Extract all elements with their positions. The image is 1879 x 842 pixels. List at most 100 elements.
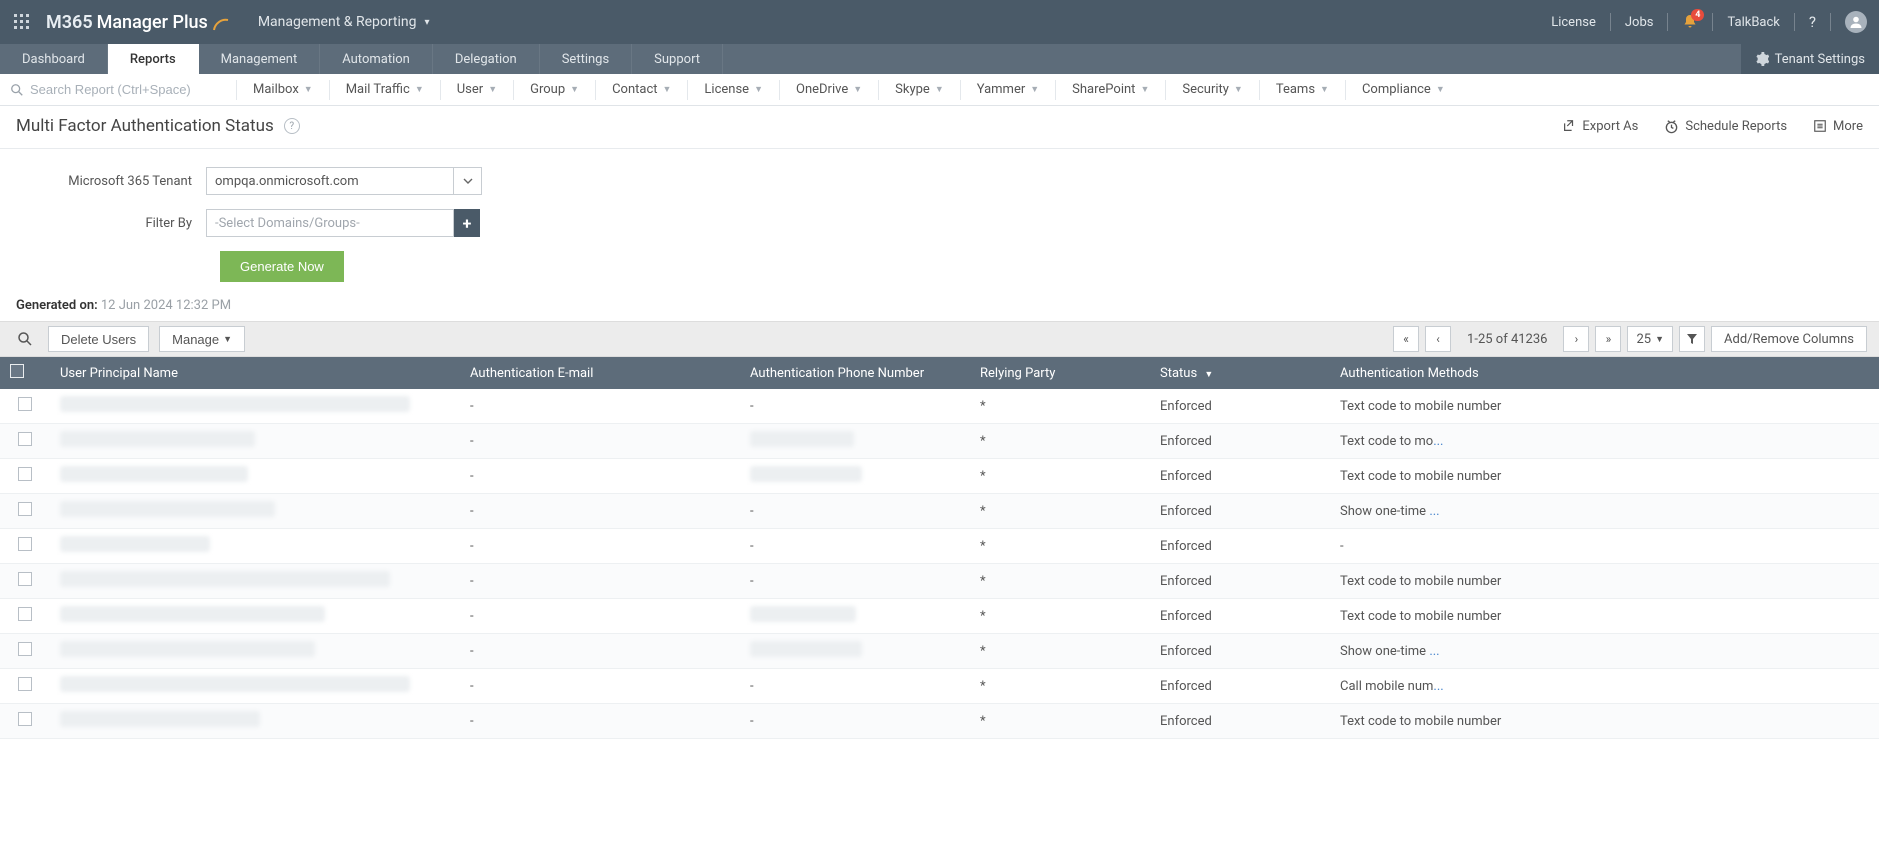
row-checkbox[interactable]: [18, 502, 32, 516]
cell-status: Enforced: [1150, 669, 1330, 704]
subbar-item-contact[interactable]: Contact▼: [595, 80, 687, 100]
subbar-item-teams[interactable]: Teams▼: [1259, 80, 1345, 100]
page-prev-button[interactable]: ‹: [1425, 326, 1451, 352]
cell-relying: *: [970, 494, 1150, 529]
help-link[interactable]: ?: [1809, 13, 1816, 31]
filter-button[interactable]: [1679, 326, 1705, 352]
license-link[interactable]: License: [1551, 15, 1596, 30]
schedule-reports-button[interactable]: Schedule Reports: [1664, 119, 1787, 134]
report-search-input[interactable]: [30, 82, 220, 97]
subbar-item-compliance[interactable]: Compliance▼: [1345, 80, 1461, 100]
row-checkbox[interactable]: [18, 677, 32, 691]
cell-status: Enforced: [1150, 704, 1330, 739]
cell-methods: Show one-time ...: [1330, 634, 1879, 669]
methods-more-link[interactable]: ...: [1429, 504, 1439, 519]
cell-status: Enforced: [1150, 389, 1330, 424]
subbar-item-label: SharePoint: [1072, 82, 1135, 97]
caret-down-icon: ▼: [1234, 84, 1243, 95]
brand-logo: M365 Manager Plus: [46, 12, 228, 33]
context-dropdown[interactable]: Management & Reporting ▾: [258, 14, 430, 30]
subbar-item-skype[interactable]: Skype▼: [878, 80, 960, 100]
upn-redacted: [60, 606, 325, 622]
main-tab-reports[interactable]: Reports: [108, 44, 199, 74]
report-search[interactable]: [10, 82, 230, 97]
help-icon[interactable]: ?: [284, 118, 300, 134]
subbar-item-onedrive[interactable]: OneDrive▼: [779, 80, 878, 100]
row-checkbox[interactable]: [18, 397, 32, 411]
phone-redacted: [750, 466, 862, 482]
domain-group-select[interactable]: -Select Domains/Groups-: [206, 209, 454, 237]
caret-down-icon: ▼: [570, 84, 579, 95]
page-last-button[interactable]: »: [1595, 326, 1621, 352]
more-button[interactable]: More: [1813, 119, 1863, 134]
select-all-checkbox[interactable]: [10, 364, 24, 378]
separator: [1830, 13, 1831, 31]
main-tab-settings[interactable]: Settings: [540, 44, 632, 74]
cell-relying: *: [970, 459, 1150, 494]
cell-status: Enforced: [1150, 634, 1330, 669]
cell-relying: *: [970, 704, 1150, 739]
subbar-item-user[interactable]: User▼: [440, 80, 513, 100]
jobs-link[interactable]: Jobs: [1625, 15, 1654, 30]
col-phone-header[interactable]: Authentication Phone Number: [740, 357, 970, 389]
methods-more-link[interactable]: ...: [1433, 679, 1443, 694]
row-checkbox[interactable]: [18, 642, 32, 656]
col-relying-header[interactable]: Relying Party: [970, 357, 1150, 389]
subbar-item-yammer[interactable]: Yammer▼: [960, 80, 1055, 100]
subbar-item-group[interactable]: Group▼: [513, 80, 595, 100]
subbar-item-mailbox[interactable]: Mailbox▼: [236, 80, 329, 100]
tenant-select-caret[interactable]: [454, 167, 482, 195]
tenant-select[interactable]: ompqa.onmicrosoft.com: [206, 167, 454, 195]
col-status-header[interactable]: Status ▼: [1150, 357, 1330, 389]
col-upn-header[interactable]: User Principal Name: [50, 357, 460, 389]
export-as-button[interactable]: Export As: [1562, 119, 1638, 134]
col-methods-header[interactable]: Authentication Methods: [1330, 357, 1879, 389]
upn-redacted: [60, 711, 260, 727]
row-checkbox[interactable]: [18, 537, 32, 551]
cell-email: -: [460, 424, 740, 459]
more-icon: [1813, 119, 1827, 133]
subbar-item-license[interactable]: License▼: [687, 80, 779, 100]
row-checkbox[interactable]: [18, 607, 32, 621]
subbar-item-mail-traffic[interactable]: Mail Traffic▼: [329, 80, 440, 100]
main-tab-support[interactable]: Support: [632, 44, 723, 74]
app-grid-icon[interactable]: [12, 12, 32, 32]
page-first-button[interactable]: «: [1393, 326, 1419, 352]
col-email-header[interactable]: Authentication E-mail: [460, 357, 740, 389]
generate-now-button[interactable]: Generate Now: [220, 251, 344, 282]
caret-down-icon: ▼: [415, 84, 424, 95]
row-checkbox[interactable]: [18, 467, 32, 481]
talkback-link[interactable]: TalkBack: [1727, 15, 1779, 30]
table-row: --*EnforcedText code to mobile number: [0, 564, 1879, 599]
methods-more-link[interactable]: ...: [1433, 434, 1443, 449]
cell-methods: Text code to mo...: [1330, 424, 1879, 459]
notifications-button[interactable]: 4: [1682, 14, 1698, 30]
main-tab-automation[interactable]: Automation: [320, 44, 433, 74]
page-next-button[interactable]: ›: [1563, 326, 1589, 352]
subbar-item-label: Mailbox: [253, 82, 299, 97]
cell-email: -: [460, 599, 740, 634]
manage-dropdown[interactable]: Manage ▼: [159, 326, 245, 352]
delete-users-button[interactable]: Delete Users: [48, 326, 149, 352]
add-domain-button[interactable]: +: [454, 209, 480, 237]
page-size-select[interactable]: 25 ▼: [1627, 326, 1673, 352]
row-checkbox[interactable]: [18, 432, 32, 446]
row-checkbox[interactable]: [18, 712, 32, 726]
methods-more-link[interactable]: ...: [1429, 644, 1439, 659]
mfa-status-table: User Principal Name Authentication E-mai…: [0, 357, 1879, 739]
filter-by-label: Filter By: [16, 216, 206, 231]
main-tab-delegation[interactable]: Delegation: [433, 44, 540, 74]
main-tab-management[interactable]: Management: [199, 44, 321, 74]
cell-methods: Show one-time ...: [1330, 494, 1879, 529]
user-avatar[interactable]: [1845, 11, 1867, 33]
schedule-reports-label: Schedule Reports: [1685, 119, 1787, 134]
row-checkbox[interactable]: [18, 572, 32, 586]
cell-relying: *: [970, 424, 1150, 459]
add-remove-columns-button[interactable]: Add/Remove Columns: [1711, 326, 1867, 352]
subbar-item-security[interactable]: Security▼: [1165, 80, 1258, 100]
cell-email: -: [460, 564, 740, 599]
tenant-settings-button[interactable]: Tenant Settings: [1741, 44, 1879, 74]
table-search-button[interactable]: [12, 326, 38, 352]
main-tab-dashboard[interactable]: Dashboard: [0, 44, 108, 74]
subbar-item-sharepoint[interactable]: SharePoint▼: [1055, 80, 1165, 100]
